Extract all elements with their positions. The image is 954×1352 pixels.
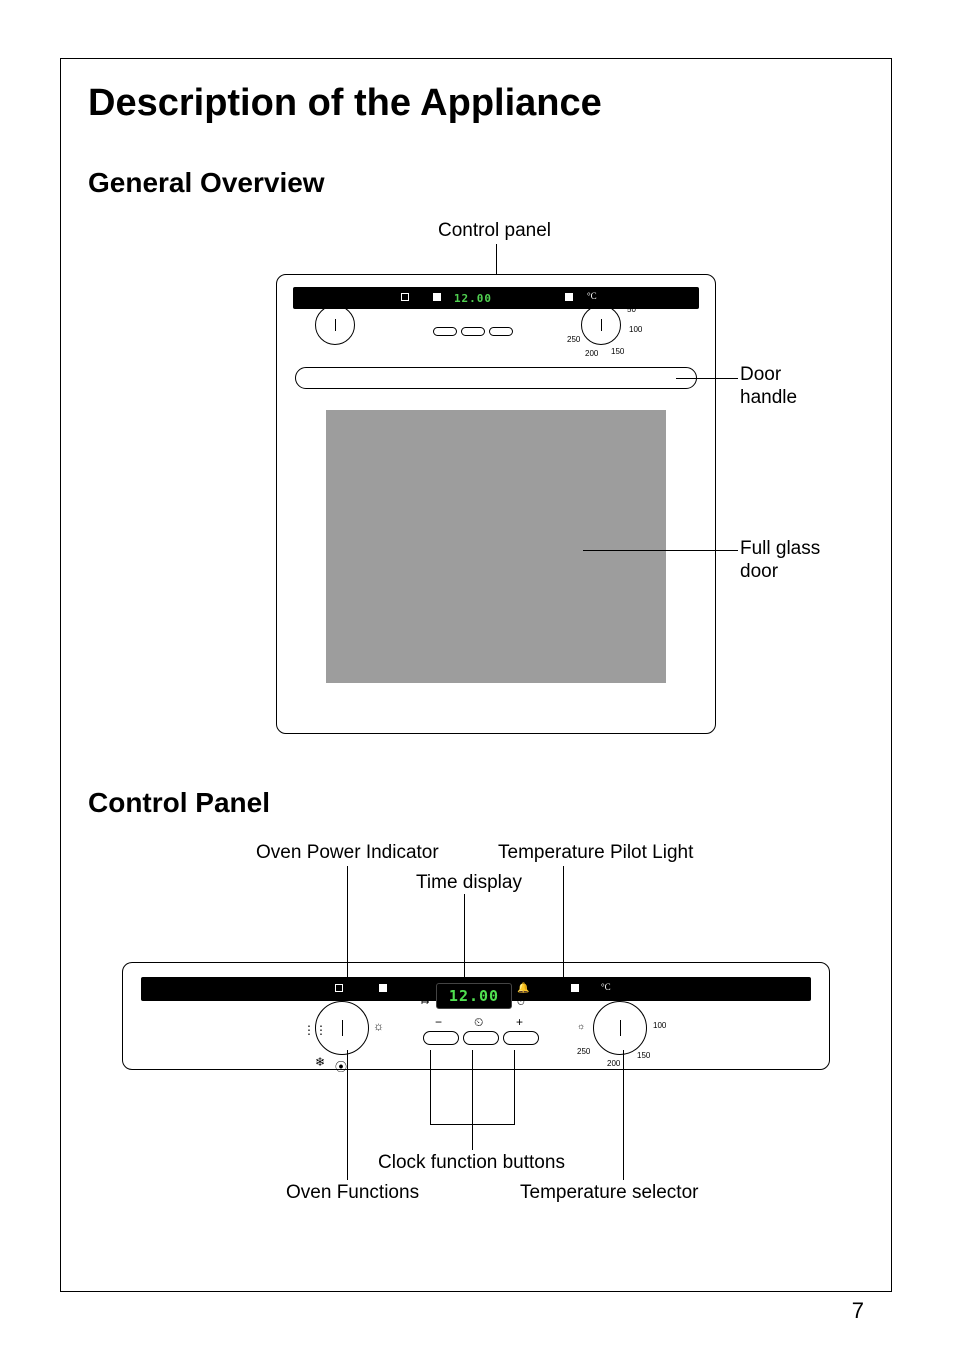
clock-button	[503, 1031, 539, 1045]
indicator-icon	[565, 293, 573, 303]
indicator-icon	[401, 293, 409, 303]
temperature-knob	[593, 1001, 647, 1055]
function-icon: ⋮⋮	[303, 1023, 327, 1037]
clock-button-small	[461, 327, 485, 336]
label-pilot-light: Temperature Pilot Light	[498, 842, 693, 864]
clock-icon: ⏲	[474, 1015, 483, 1030]
power-indicator-icon	[335, 984, 343, 994]
temp-tick: 150	[611, 347, 624, 356]
control-panel-outline: °C ⋮⋮ ☼ ⦿ ❄ 12.00 ⇥ ↦ 🔔 ⏱ − ⏲ + ☼ 50 100…	[122, 962, 830, 1070]
leader-line	[514, 1050, 515, 1124]
oven-glass-door	[326, 410, 666, 683]
temp-tick: 250	[567, 335, 580, 344]
minus-icon: −	[435, 1015, 442, 1029]
time-display: 12.00	[436, 983, 512, 1009]
figure-control-panel: Oven Power Indicator Temperature Pilot L…	[88, 920, 864, 1270]
temperature-knob-small	[581, 305, 621, 345]
function-icon: ☼	[373, 1019, 384, 1033]
door-handle	[295, 367, 697, 389]
label-glass-door: Full glass	[740, 538, 820, 560]
leader-line	[472, 1124, 473, 1150]
label-time-display: Time display	[416, 872, 522, 894]
degc-icon: °C	[601, 982, 611, 992]
timer-icon: ⏱	[517, 997, 525, 1008]
leader-line	[347, 1050, 348, 1180]
time-display-small: 12.00	[445, 289, 501, 307]
function-icon: ⦿	[335, 1058, 347, 1075]
oven-function-knob-small	[315, 305, 355, 345]
indicator-icon	[379, 984, 387, 994]
label-control-panel: Control panel	[438, 220, 551, 242]
label-door-handle-2: handle	[740, 387, 797, 409]
indicator-icon	[433, 293, 441, 303]
page-number: 7	[852, 1298, 864, 1324]
leader-line	[430, 1050, 431, 1124]
label-power-indicator: Oven Power Indicator	[256, 842, 439, 864]
end-time-icon: ↦	[421, 997, 429, 1008]
leader-line	[623, 1050, 624, 1180]
temp-tick-100: 100	[653, 1021, 666, 1030]
degc-icon: °C	[587, 291, 597, 301]
leader-line	[676, 378, 738, 379]
pilot-light-icon	[571, 984, 579, 994]
label-oven-functions: Oven Functions	[286, 1182, 419, 1204]
oven-outline: °C 12.00 50 100 150 200 250	[276, 274, 716, 734]
label-clock-buttons: Clock function buttons	[378, 1152, 565, 1174]
label-glass-door-2: door	[740, 561, 778, 583]
plus-icon: +	[516, 1015, 523, 1029]
section-panel-heading: Control Panel	[88, 787, 270, 819]
temp-tick: 200	[585, 349, 598, 358]
clock-button-small	[489, 327, 513, 336]
figure-oven-overview: Control panel °C 12.00 50 100 150 200 25…	[88, 220, 864, 760]
clock-button-small	[433, 327, 457, 336]
clock-button	[463, 1031, 499, 1045]
temp-tick-150: 150	[637, 1051, 650, 1060]
function-icon: ❄	[315, 1055, 325, 1069]
clock-button	[423, 1031, 459, 1045]
start-time-icon: ⇥	[421, 983, 429, 994]
leader-line	[583, 550, 738, 551]
leader-line	[472, 1050, 473, 1124]
bell-icon: 🔔	[517, 983, 529, 994]
temp-tick-250: 250	[577, 1047, 590, 1056]
label-door-handle: Door	[740, 364, 781, 386]
label-temp-selector: Temperature selector	[520, 1182, 698, 1204]
page-title: Description of the Appliance	[88, 82, 864, 125]
temp-tick-200: 200	[607, 1059, 620, 1068]
section-overview-heading: General Overview	[88, 167, 864, 199]
temp-tick-50: 50	[639, 993, 648, 1002]
temp-tick: 50	[627, 305, 636, 314]
light-icon: ☼	[577, 1021, 585, 1031]
temp-tick: 100	[629, 325, 642, 334]
